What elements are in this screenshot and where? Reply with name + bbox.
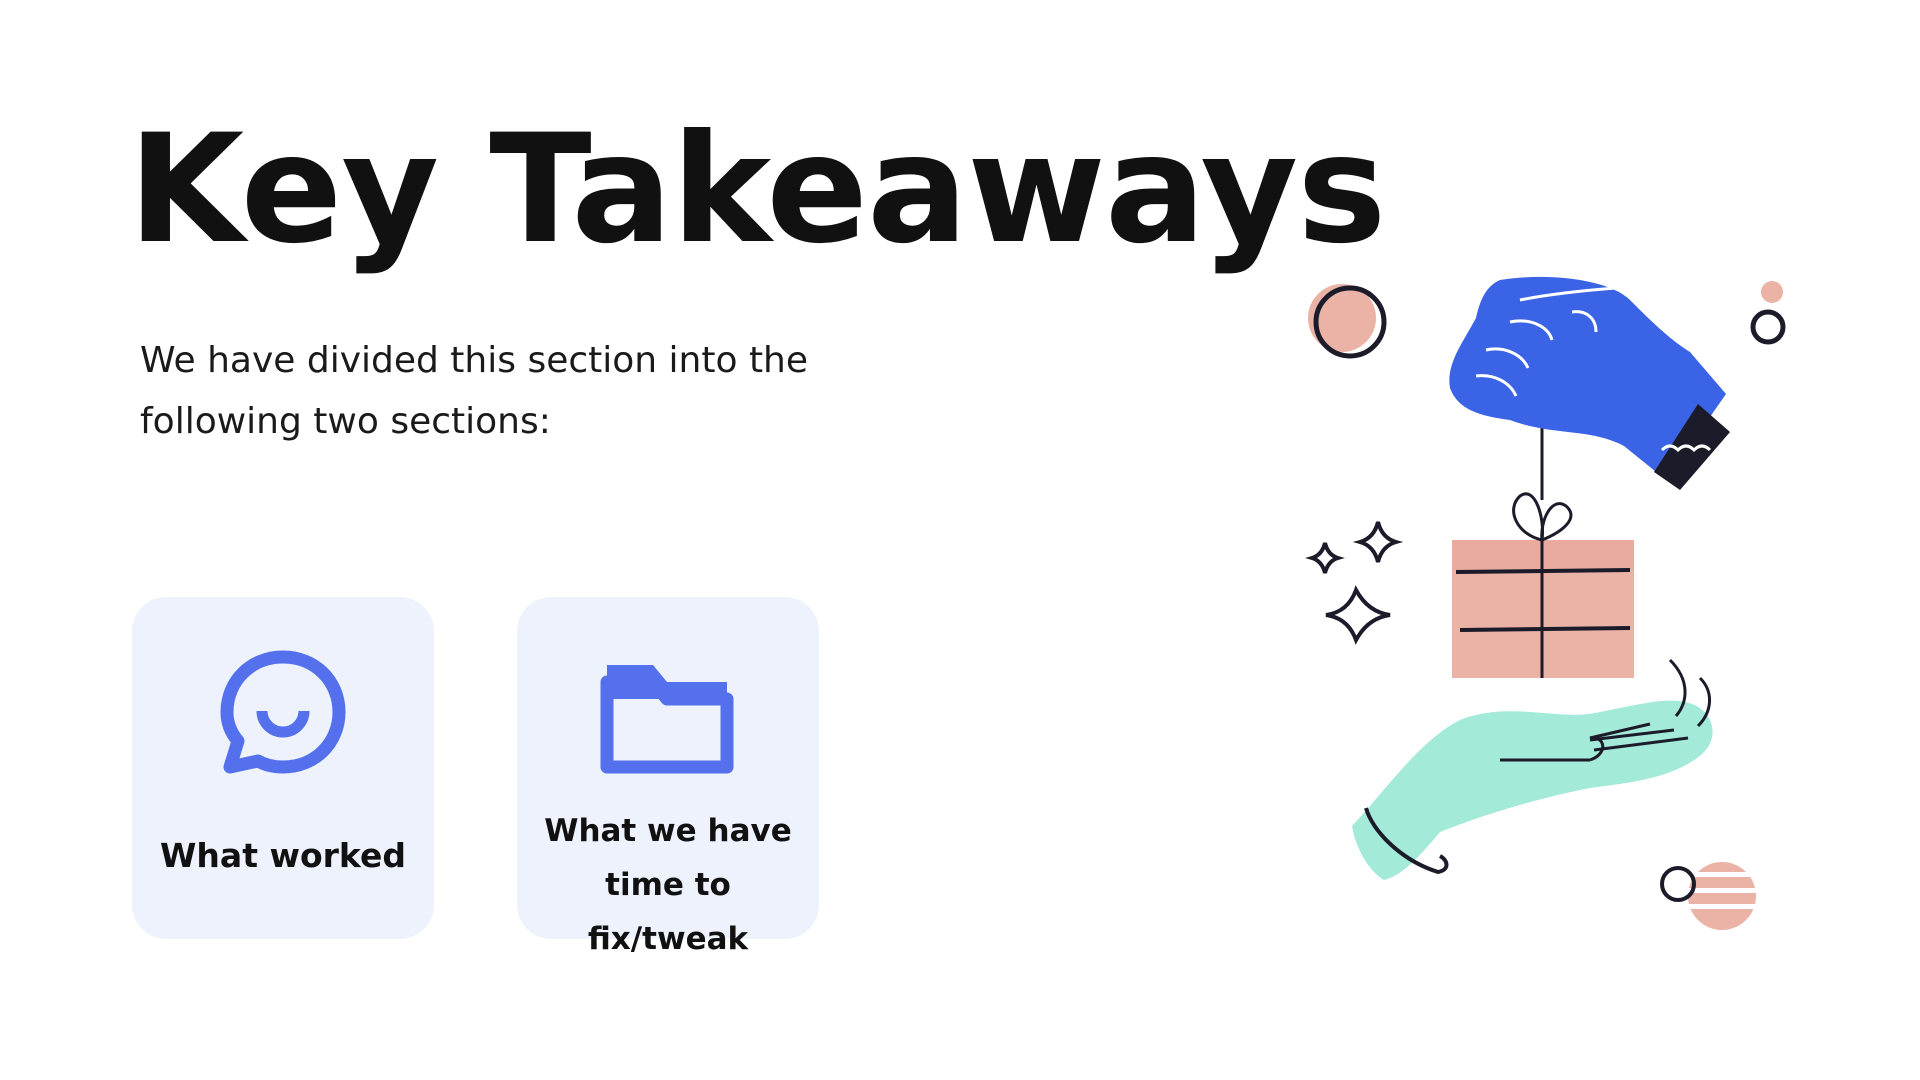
card-what-worked[interactable]: What worked <box>132 597 434 939</box>
card-label: What worked <box>160 836 406 875</box>
slide: Key Takeaways We have divided this secti… <box>0 0 1920 1080</box>
card-what-to-fix[interactable]: What we have time to fix/tweak <box>517 597 819 957</box>
gift-handover-illustration <box>1290 260 1810 940</box>
page-title: Key Takeaways <box>128 103 1386 277</box>
folder-icon <box>517 637 819 787</box>
card-label: What we have time to fix/tweak <box>544 813 792 957</box>
chat-smile-icon <box>132 637 434 787</box>
section-description: We have divided this section into the fo… <box>140 340 809 442</box>
